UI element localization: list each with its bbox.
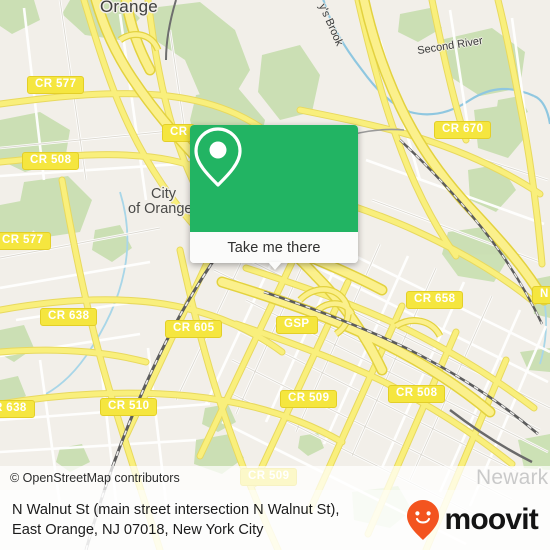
map-canvas[interactable]: Orange City of Orange Newark Second Rive…	[0, 0, 550, 550]
popup-card-body	[190, 125, 358, 232]
road-shield-nj-partial: N	[532, 286, 550, 304]
moovit-pin-icon	[407, 500, 440, 540]
road-shield-cr-577-north: CR 577	[27, 76, 85, 94]
address-line-2: East Orange, NJ 07018, New York City	[12, 522, 264, 538]
popup-card-tail	[268, 262, 282, 270]
osm-attribution-text[interactable]: © OpenStreetMap contributors	[10, 471, 180, 485]
road-shield-cr-638-edge: R 638	[0, 400, 35, 418]
address-block: N Walnut St (main street intersection N …	[12, 500, 339, 540]
moovit-logo[interactable]: moovit	[406, 499, 539, 541]
road-shield-cr-638: CR 638	[40, 308, 98, 326]
place-label-orange: Orange	[100, 0, 158, 16]
map-pin-icon	[194, 127, 242, 187]
road-shield-cr-508-east: CR 508	[388, 385, 446, 403]
road-shield-gsp: GSP	[276, 316, 318, 334]
road-shield-cr-509-center: CR 509	[280, 390, 338, 408]
moovit-wordmark: moovit	[444, 503, 538, 536]
osm-attribution-bar: © OpenStreetMap contributors	[0, 466, 550, 490]
take-me-there-button[interactable]: Take me there	[190, 232, 358, 263]
location-popup-card[interactable]: Take me there	[190, 125, 358, 263]
road-shield-cr-510: CR 510	[100, 398, 158, 416]
road-shield-cr-508-west: CR 508	[22, 152, 80, 170]
road-shield-cr-605: CR 605	[165, 320, 223, 338]
address-line-1: N Walnut St (main street intersection N …	[12, 502, 340, 518]
road-shield-cr-577-west: CR 577	[0, 232, 52, 250]
place-label-of-orange: of Orange	[128, 201, 193, 217]
road-shield-cr-658: CR 658	[406, 291, 464, 309]
road-shield-cr-670: CR 670	[434, 121, 492, 139]
place-label-city: City	[151, 186, 176, 202]
page-footer: N Walnut St (main street intersection N …	[0, 490, 550, 550]
map-screenshot-page: Orange City of Orange Newark Second Rive…	[0, 0, 550, 550]
